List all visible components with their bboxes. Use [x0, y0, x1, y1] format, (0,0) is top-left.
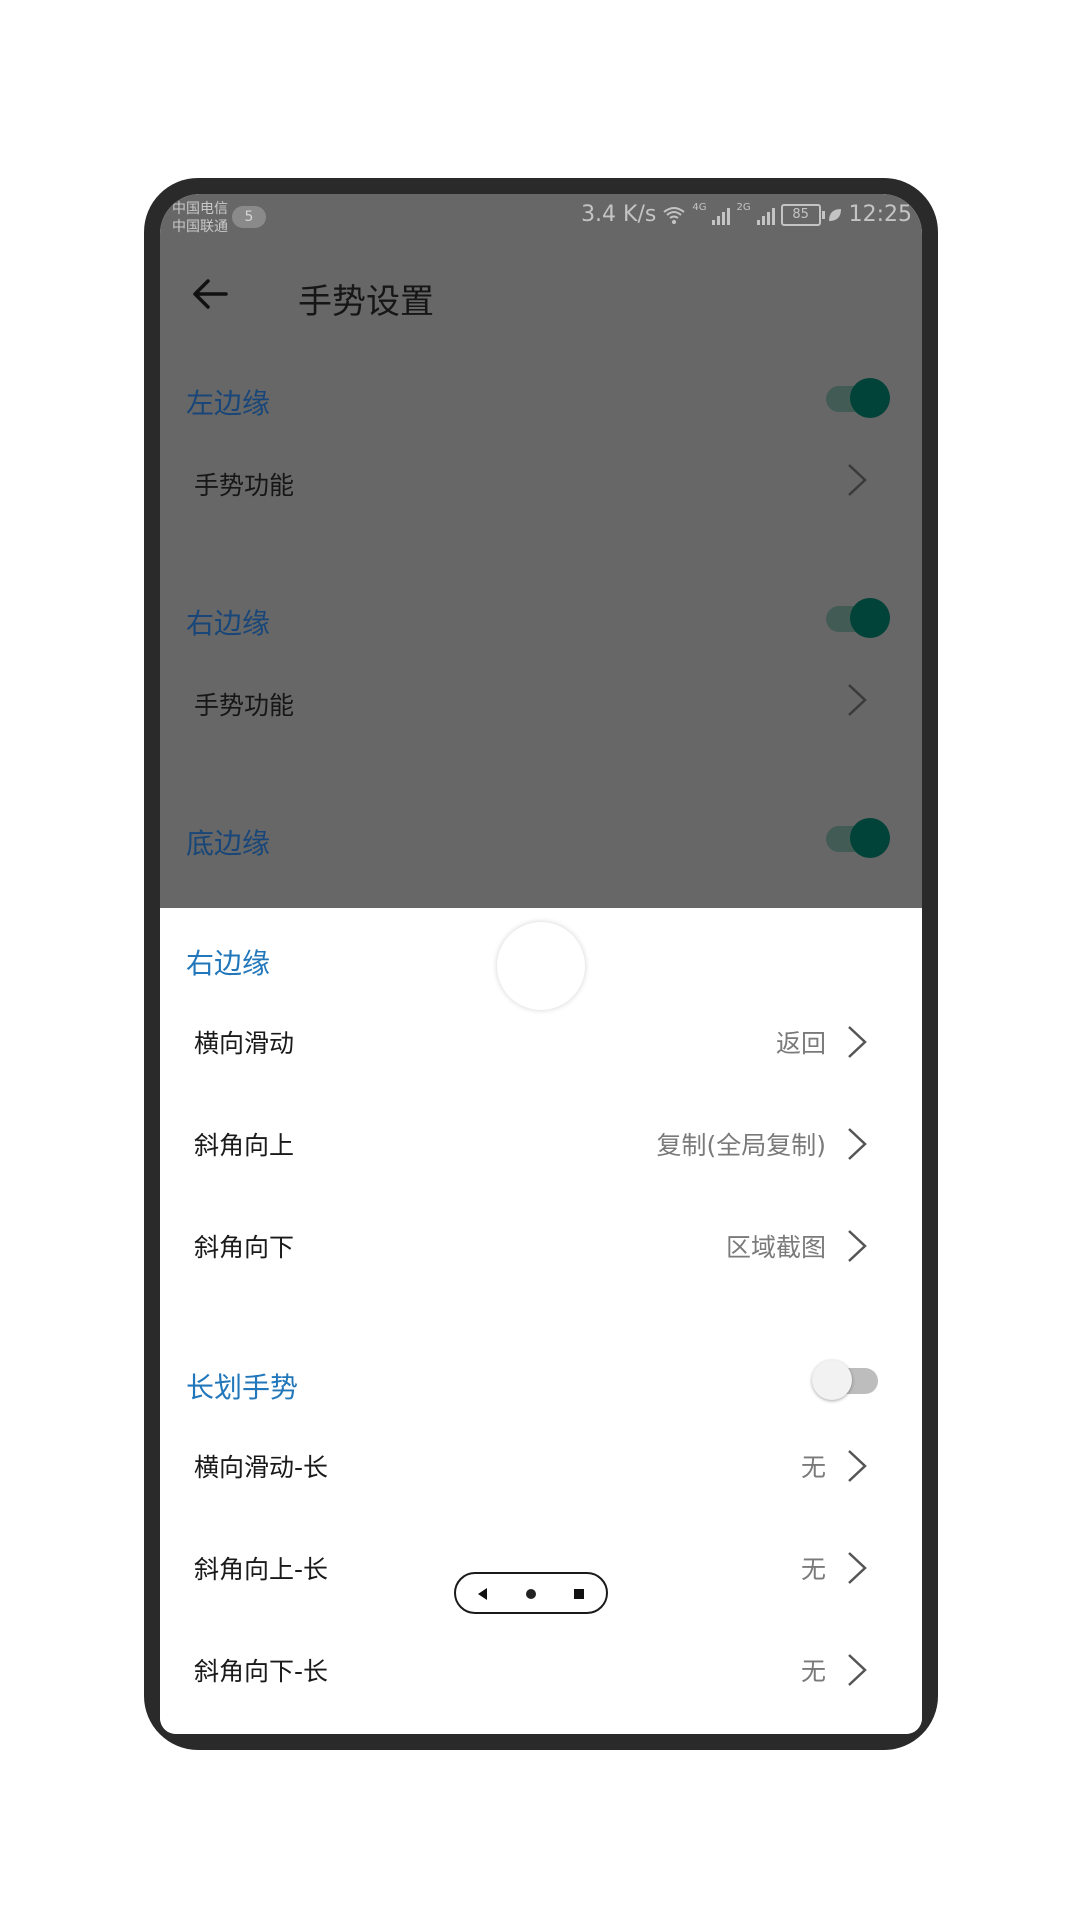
chevron-right-icon — [848, 1026, 867, 1058]
item-label: 斜角向下 — [194, 1233, 295, 1262]
chevron-right-icon — [848, 1552, 867, 1584]
list-item-diagonal-up[interactable]: 斜角向上 复制(全局复制) — [160, 1098, 922, 1188]
item-label: 横向滑动-长 — [194, 1453, 329, 1482]
left-edge-toggle[interactable] — [826, 378, 892, 418]
arrow-left-icon[interactable] — [190, 276, 230, 312]
right-edge-toggle[interactable] — [826, 598, 892, 638]
floating-nav-bar — [454, 1572, 608, 1614]
status-indicators: 3.4 K/s 4G 2G 85 12:25 — [581, 202, 912, 227]
net-type-2g: 2G — [736, 202, 751, 213]
status-bar: 中国电信 中国联通 5 3.4 K/s 4G 2G 85 12:25 — [160, 194, 922, 238]
long-gesture-toggle[interactable] — [812, 1358, 884, 1402]
left-edge-gesture-item[interactable]: 手势功能 — [194, 466, 294, 502]
item-value: 复制(全局复制) — [656, 1131, 826, 1160]
clock: 12:25 — [848, 202, 912, 227]
page-title: 手势设置 — [298, 282, 434, 322]
list-item-diagonal-down-long[interactable]: 斜角向下-长 无 — [160, 1624, 922, 1714]
home-dot-icon[interactable] — [522, 1585, 540, 1603]
item-value: 区域截图 — [725, 1233, 826, 1262]
recents-square-icon[interactable] — [570, 1585, 588, 1603]
net-speed: 3.4 K/s — [581, 202, 657, 227]
list-item-diagonal-down[interactable]: 斜角向下 区域截图 — [160, 1200, 922, 1290]
carrier-badge: 5 — [232, 206, 266, 228]
sheet-section-title: 右边缘 — [186, 947, 271, 980]
item-value: 无 — [800, 1453, 826, 1482]
battery-icon: 85 — [780, 203, 825, 226]
chevron-right-icon — [848, 684, 867, 716]
toggle-knob — [850, 598, 890, 638]
toggle-knob — [850, 378, 890, 418]
chevron-right-icon — [848, 464, 867, 496]
carrier-1: 中国电信 — [172, 201, 228, 217]
item-label: 斜角向上-长 — [194, 1555, 329, 1584]
touch-indicator — [497, 922, 585, 1010]
net-type-4g: 4G — [692, 202, 707, 213]
toggle-knob — [850, 818, 890, 858]
item-label: 斜角向下-长 — [194, 1657, 329, 1686]
chevron-right-icon — [848, 1450, 867, 1482]
section-bottom-edge-title: 底边缘 — [186, 827, 271, 860]
long-gesture-section-title: 长划手势 — [186, 1371, 299, 1404]
bottom-edge-toggle[interactable] — [826, 818, 892, 858]
item-value: 返回 — [775, 1029, 826, 1058]
item-label: 斜角向上 — [194, 1131, 295, 1160]
leaf-icon — [828, 208, 841, 221]
background-page: 中国电信 中国联通 5 3.4 K/s 4G 2G 85 12:25 手势设置 … — [160, 194, 922, 908]
signal-icon-2 — [756, 205, 775, 225]
toggle-knob — [812, 1360, 852, 1400]
back-triangle-icon[interactable] — [474, 1585, 492, 1603]
item-value: 无 — [800, 1555, 826, 1584]
carrier-names: 中国电信 中国联通 — [172, 200, 228, 236]
item-value: 无 — [800, 1657, 826, 1686]
item-label: 横向滑动 — [194, 1029, 295, 1058]
signal-icon — [712, 205, 731, 225]
section-left-edge-title: 左边缘 — [186, 387, 271, 420]
right-edge-gesture-item[interactable]: 手势功能 — [194, 686, 294, 722]
chevron-right-icon — [848, 1128, 867, 1160]
carrier-2: 中国联通 — [172, 219, 228, 235]
app-bar: 手势设置 — [160, 254, 922, 334]
list-item-horizontal-swipe-long[interactable]: 横向滑动-长 无 — [160, 1420, 922, 1510]
section-right-edge-title: 右边缘 — [186, 607, 271, 640]
wifi-icon — [663, 206, 685, 224]
chevron-right-icon — [848, 1654, 867, 1686]
chevron-right-icon — [848, 1230, 867, 1262]
